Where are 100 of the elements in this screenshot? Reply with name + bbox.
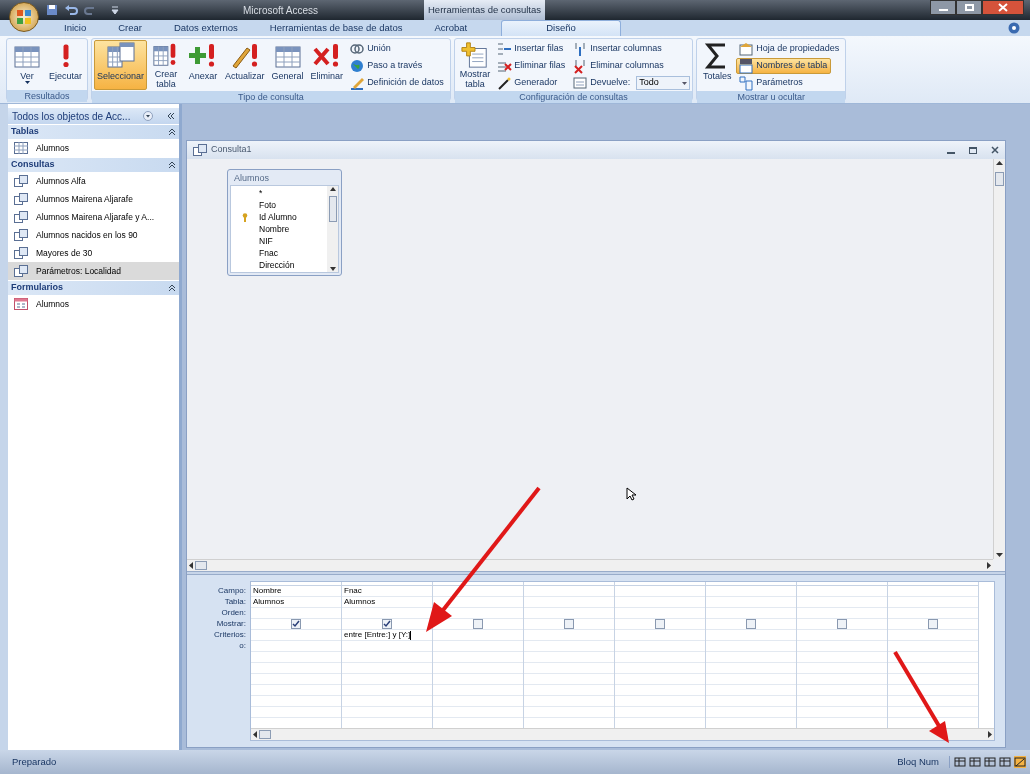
grid-cell[interactable]: Fnac bbox=[344, 585, 362, 597]
scroll-thumb[interactable] bbox=[995, 172, 1004, 186]
grid-cell[interactable]: Alumnos bbox=[253, 596, 285, 608]
scroll-down-icon[interactable] bbox=[996, 553, 1003, 557]
field-item[interactable]: Dirección bbox=[231, 259, 327, 271]
ribbon-tab[interactable]: Crear bbox=[102, 20, 158, 36]
ribbon-button[interactable]: Anexar bbox=[185, 40, 222, 90]
nav-item[interactable]: Alumnos bbox=[8, 139, 179, 157]
ribbon-tab[interactable]: Inicio bbox=[48, 20, 103, 36]
ribbon-button[interactable]: Actualizar bbox=[222, 40, 268, 90]
grid-scrollbar[interactable] bbox=[251, 728, 994, 740]
table-field-list[interactable]: Alumnos * Foto Id Alumno Nombre NIF Fnac Dirección bbox=[227, 169, 342, 276]
ribbon-button[interactable]: Eliminar bbox=[307, 40, 347, 90]
nav-item[interactable]: Alumnos Mairena Aljarafe bbox=[8, 190, 179, 208]
globe-icon bbox=[349, 58, 366, 74]
ribbon-button[interactable]: Unión bbox=[347, 41, 395, 57]
ribbon-button[interactable]: Paso a través bbox=[347, 58, 427, 74]
field-item[interactable]: Id Alumno bbox=[231, 211, 327, 223]
customize-caret-icon[interactable] bbox=[110, 5, 120, 15]
show-checkbox[interactable] bbox=[473, 619, 483, 629]
ribbon-tab[interactable]: Diseño bbox=[501, 20, 621, 36]
scroll-right-icon[interactable] bbox=[988, 731, 992, 738]
ribbon-button[interactable]: Crear tabla bbox=[148, 40, 185, 90]
vertical-scrollbar[interactable] bbox=[993, 159, 1005, 559]
scroll-thumb[interactable] bbox=[328, 196, 337, 222]
field-item[interactable]: Nombre bbox=[231, 223, 327, 235]
nav-item[interactable]: Mayores de 30 bbox=[8, 244, 179, 262]
show-checkbox[interactable] bbox=[564, 619, 574, 629]
collapse-pane-icon[interactable] bbox=[166, 111, 176, 121]
ribbon-button[interactable]: Definición de datos bbox=[347, 75, 448, 91]
row-label: Campo: bbox=[217, 585, 247, 596]
grid-cell[interactable]: Alumnos bbox=[344, 596, 376, 608]
collapse-icon[interactable] bbox=[168, 128, 176, 136]
ribbon-button[interactable]: General bbox=[268, 40, 307, 90]
scroll-thumb[interactable] bbox=[259, 730, 271, 739]
nav-group-header[interactable]: Formularios bbox=[8, 281, 179, 295]
show-checkbox[interactable] bbox=[928, 619, 938, 629]
field-item[interactable]: Foto bbox=[231, 199, 327, 211]
ribbon-button[interactable]: Totales bbox=[699, 40, 736, 90]
ribbon-button[interactable]: Insertar filas bbox=[494, 41, 568, 57]
scrollbar[interactable] bbox=[327, 186, 338, 272]
nav-item[interactable]: Alumnos nacidos en los 90 bbox=[8, 226, 179, 244]
nav-item[interactable]: Alumnos Mairena Aljarafe y A... bbox=[8, 208, 179, 226]
close-icon[interactable] bbox=[991, 146, 999, 154]
ribbon-button[interactable]: Insertar columnas bbox=[570, 41, 666, 57]
help-icon[interactable] bbox=[1008, 22, 1020, 34]
scroll-right-icon[interactable] bbox=[987, 562, 991, 569]
close-button[interactable] bbox=[982, 0, 1024, 15]
ribbon-tab[interactable]: Datos externos bbox=[157, 20, 254, 36]
dropdown-icon[interactable] bbox=[143, 111, 154, 121]
maximize-button[interactable] bbox=[969, 146, 977, 154]
returns-dropdown[interactable]: Todo bbox=[636, 76, 691, 90]
scroll-left-icon[interactable] bbox=[253, 731, 257, 738]
scroll-left-icon[interactable] bbox=[189, 562, 193, 569]
returns-label[interactable]: Devuelve: bbox=[570, 75, 635, 91]
show-checkbox[interactable] bbox=[382, 619, 392, 629]
table-names-icon bbox=[738, 58, 755, 74]
row-label: o: bbox=[238, 640, 247, 651]
collapse-icon[interactable] bbox=[168, 284, 176, 292]
ribbon-button[interactable]: Hoja de propiedades bbox=[736, 41, 844, 57]
show-checkbox[interactable] bbox=[291, 619, 301, 629]
save-icon[interactable] bbox=[46, 4, 58, 16]
ribbon-button[interactable]: Eliminar columnas bbox=[570, 58, 668, 74]
field-item[interactable]: * bbox=[231, 187, 327, 199]
ribbon-button[interactable]: Ver bbox=[9, 40, 45, 90]
scroll-down-icon[interactable] bbox=[329, 267, 336, 271]
query-icon bbox=[14, 211, 28, 223]
show-checkbox[interactable] bbox=[746, 619, 756, 629]
datasheet-view-icon[interactable] bbox=[954, 756, 966, 768]
nav-item[interactable]: Alumnos bbox=[8, 295, 179, 313]
undo-icon[interactable] bbox=[64, 4, 78, 16]
nav-item[interactable]: Alumnos Alfa bbox=[8, 172, 179, 190]
office-button[interactable] bbox=[9, 2, 39, 32]
ribbon-button[interactable]: Mostrar tabla bbox=[456, 40, 494, 90]
show-checkbox[interactable] bbox=[837, 619, 847, 629]
nav-item[interactable]: Parámetros: Localidad bbox=[8, 262, 179, 280]
nav-group-header[interactable]: Tablas bbox=[8, 125, 179, 139]
grid-cell[interactable]: entre [Entre:] y [Y:] bbox=[344, 629, 412, 641]
ribbon-button[interactable]: Eliminar filas bbox=[494, 58, 570, 74]
field-item[interactable]: NIF bbox=[231, 235, 327, 247]
minimize-button[interactable] bbox=[930, 0, 956, 15]
maximize-button[interactable] bbox=[956, 0, 982, 15]
insert-rows-icon bbox=[496, 41, 513, 57]
grid-cell[interactable]: Nombre bbox=[253, 585, 282, 597]
scroll-up-icon[interactable] bbox=[329, 187, 336, 191]
nav-group-header[interactable]: Consultas bbox=[8, 158, 179, 172]
ribbon-button[interactable]: Parámetros bbox=[736, 75, 807, 91]
ribbon-button[interactable]: Seleccionar bbox=[94, 40, 148, 90]
ribbon-tab[interactable]: Herramientas de base de datos bbox=[253, 20, 419, 36]
collapse-icon[interactable] bbox=[168, 161, 176, 169]
scroll-up-icon[interactable] bbox=[996, 161, 1003, 165]
horizontal-scrollbar[interactable] bbox=[187, 559, 993, 571]
ribbon-button[interactable]: Ejecutar bbox=[46, 40, 86, 90]
ribbon-button[interactable]: Nombres de tabla bbox=[736, 58, 832, 74]
scroll-thumb[interactable] bbox=[195, 561, 207, 570]
ribbon-tab[interactable]: Acrobat bbox=[418, 20, 484, 36]
field-item[interactable]: Fnac bbox=[231, 247, 327, 259]
design-view-icon[interactable] bbox=[1014, 756, 1026, 768]
show-checkbox[interactable] bbox=[655, 619, 665, 629]
ribbon-button[interactable]: Generador bbox=[494, 75, 562, 91]
